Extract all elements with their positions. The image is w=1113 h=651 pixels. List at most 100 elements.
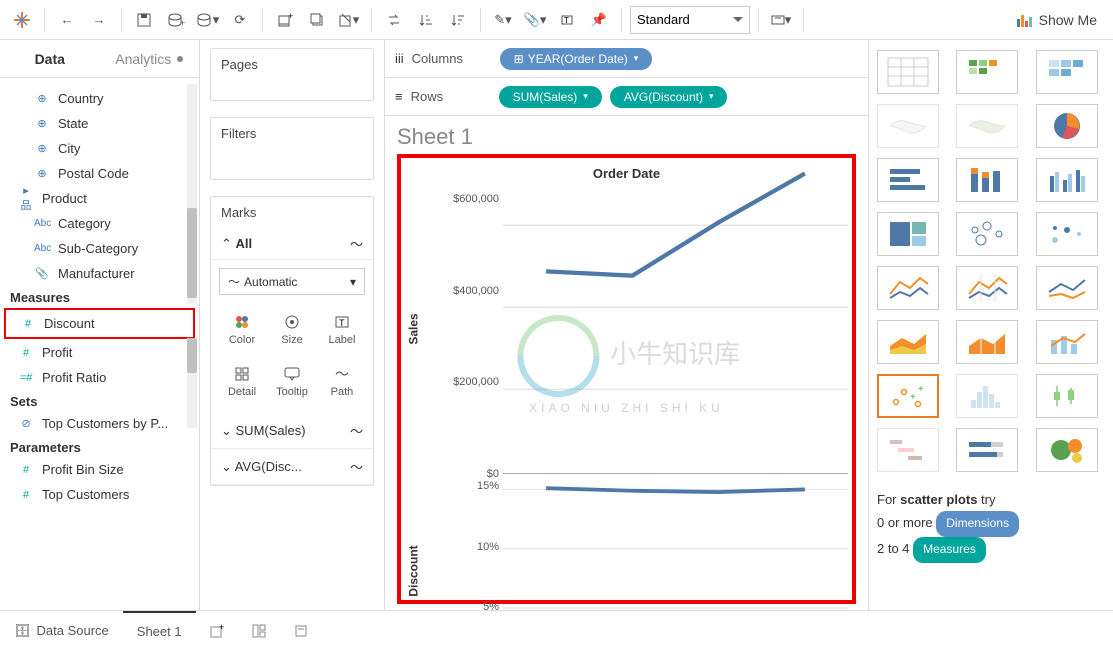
pause-auto-icon[interactable]: ▾ (194, 6, 222, 34)
redo-icon[interactable]: → (85, 6, 113, 34)
viz-histogram[interactable] (956, 374, 1018, 418)
viz-dual-combo[interactable] (1036, 320, 1098, 364)
new-dashboard-icon[interactable] (238, 611, 280, 651)
viz-highlight-table[interactable] (1036, 50, 1098, 94)
viz-filled-map[interactable] (956, 104, 1018, 148)
field-profit-bin-size[interactable]: #Profit Bin Size (0, 457, 199, 482)
viz-side-circle[interactable] (1036, 212, 1098, 256)
highlight-icon[interactable]: ✎▾ (489, 6, 517, 34)
showme-help-text: For scatter plots try 0 or more Dimensio… (877, 488, 1105, 563)
viz-area-disc[interactable] (956, 320, 1018, 364)
mark-color[interactable]: Color (217, 303, 267, 355)
field-subcategory[interactable]: AbcSub-Category (0, 236, 199, 261)
viz-line-cont[interactable] (877, 266, 939, 310)
pages-card[interactable]: Pages (211, 49, 373, 80)
rows-shelf[interactable]: ≡ Rows SUM(Sales)▾ AVG(Discount)▾ (385, 78, 868, 116)
mark-label[interactable]: TLabel (317, 303, 367, 355)
pin-icon[interactable]: 📌 (585, 6, 613, 34)
pill-avg-discount[interactable]: AVG(Discount)▾ (610, 86, 728, 108)
show-me-button[interactable]: Show Me (1009, 6, 1105, 34)
fit-select[interactable]: Standard (630, 6, 750, 34)
undo-icon[interactable]: ← (53, 6, 81, 34)
new-sheet-icon[interactable]: + (196, 611, 238, 651)
tab-data[interactable]: Data (0, 40, 100, 77)
field-product-group[interactable]: ▸ 品Product (0, 186, 199, 211)
svg-text:+: + (219, 622, 224, 632)
field-city[interactable]: ⊕City (0, 136, 199, 161)
dimensions-tag: Dimensions (936, 511, 1019, 537)
field-profit-ratio[interactable]: =#Profit Ratio (0, 365, 199, 390)
columns-shelf[interactable]: iii Columns ⊞ YEAR(Order Date)▾ (385, 40, 868, 78)
viz-area-cont[interactable] (877, 320, 939, 364)
clear-icon[interactable]: ▾ (335, 6, 363, 34)
viz-text-table[interactable] (877, 50, 939, 94)
mark-type-select[interactable]: 〜Automatic▾ (219, 268, 365, 295)
viz-box-plot[interactable] (1036, 374, 1098, 418)
tab-analytics[interactable]: Analytics (100, 40, 200, 77)
sets-heading: Sets (0, 390, 199, 411)
viz-hbar[interactable] (877, 158, 939, 202)
viz-dual-line[interactable] (1036, 266, 1098, 310)
viz-gantt[interactable] (877, 428, 939, 472)
mark-tooltip[interactable]: Tooltip (267, 355, 317, 407)
field-top-customers-set[interactable]: ⊘Top Customers by P... (0, 411, 199, 436)
y2-axis-label: Discount (407, 545, 421, 596)
new-worksheet-icon[interactable]: + (271, 6, 299, 34)
pill-year-orderdate[interactable]: ⊞ YEAR(Order Date)▾ (500, 48, 653, 70)
duplicate-icon[interactable] (303, 6, 331, 34)
dim-scrollbar[interactable] (187, 208, 197, 298)
tab-data-source[interactable]: 🗄Data Source (0, 611, 123, 651)
field-category[interactable]: AbcCategory (0, 211, 199, 236)
viz-line-disc[interactable] (956, 266, 1018, 310)
viz-scatter[interactable]: ++ (877, 374, 939, 418)
sort-asc-icon[interactable] (412, 6, 440, 34)
save-icon[interactable] (130, 6, 158, 34)
refresh-icon[interactable]: ⟳ (226, 6, 254, 34)
mark-size[interactable]: Size (267, 303, 317, 355)
labels-icon[interactable]: T (553, 6, 581, 34)
pill-sum-sales[interactable]: SUM(Sales)▾ (499, 86, 602, 108)
viz-symbol-map[interactable] (877, 104, 939, 148)
viz-stacked-bar[interactable] (956, 158, 1018, 202)
viz-side-bar[interactable] (1036, 158, 1098, 202)
show-me-panel: ++ For scatter plots try 0 or more Dimen… (868, 40, 1113, 610)
field-country[interactable]: ⊕Country (0, 86, 199, 111)
label-icon: T (334, 312, 350, 332)
viz-pie[interactable] (1036, 104, 1098, 148)
sort-desc-icon[interactable] (444, 6, 472, 34)
svg-text:+: + (180, 18, 185, 28)
marks-card-title: Marks (211, 197, 373, 228)
viz-treemap[interactable] (877, 212, 939, 256)
y2-tick: 10% (423, 541, 499, 553)
field-state[interactable]: ⊕State (0, 111, 199, 136)
swap-icon[interactable] (380, 6, 408, 34)
present-icon[interactable]: ▾ (767, 6, 795, 34)
group-icon[interactable]: 📎▾ (521, 6, 549, 34)
field-top-customers-param[interactable]: #Top Customers (0, 482, 199, 507)
new-datasource-icon[interactable]: + (162, 6, 190, 34)
viz-heat-map[interactable] (956, 50, 1018, 94)
new-story-icon[interactable] (280, 611, 322, 651)
tab-sheet1[interactable]: Sheet 1 (123, 611, 196, 651)
field-discount[interactable]: #Discount (6, 311, 193, 336)
discount-line-chart[interactable] (503, 474, 848, 610)
marks-avg-disc[interactable]: ⌄ AVG(Disc...〜 (211, 449, 373, 485)
rows-label: Rows (411, 89, 491, 104)
meas-scrollbar[interactable] (187, 338, 197, 373)
marks-sum-sales[interactable]: ⌄ SUM(Sales)〜 (211, 413, 373, 449)
field-postal[interactable]: ⊕Postal Code (0, 161, 199, 186)
marks-all[interactable]: ⌃ All〜 (211, 228, 373, 260)
y2-tick: 5% (423, 601, 499, 610)
viz-bullet[interactable] (956, 428, 1018, 472)
mark-path[interactable]: 〜Path (317, 355, 367, 407)
sales-line-chart[interactable] (503, 185, 848, 474)
viz-circle-view[interactable] (956, 212, 1018, 256)
size-icon (284, 312, 300, 332)
field-manufacturer[interactable]: 📎Manufacturer (0, 261, 199, 286)
filters-card[interactable]: Filters (211, 118, 373, 149)
field-profit[interactable]: #Profit (0, 340, 199, 365)
sheet-title[interactable]: Sheet 1 (397, 124, 856, 150)
mark-detail[interactable]: Detail (217, 355, 267, 407)
tableau-logo-icon[interactable] (8, 6, 36, 34)
viz-packed-bubble[interactable] (1036, 428, 1098, 472)
